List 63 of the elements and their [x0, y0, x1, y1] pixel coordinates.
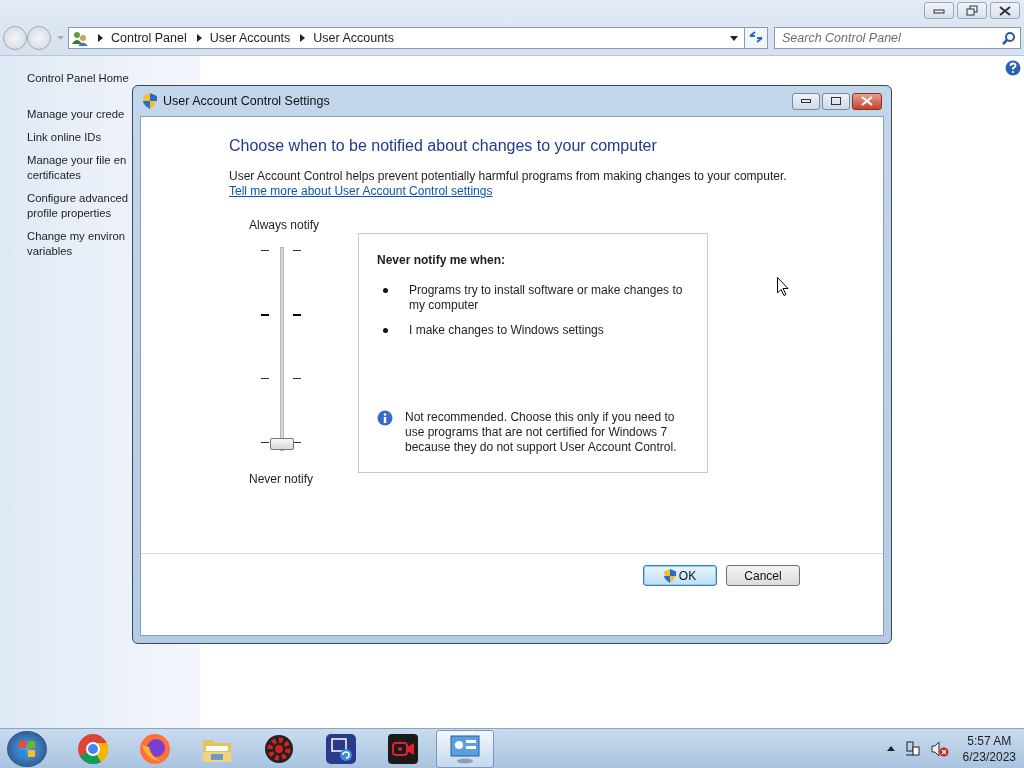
slider-thumb[interactable]: [270, 438, 294, 450]
sidebar-link[interactable]: Manage your crede: [27, 107, 125, 122]
chevron-icon: [196, 34, 202, 42]
address-bar[interactable]: Control Panel User Accounts User Accounts: [68, 27, 745, 49]
breadcrumb[interactable]: User Accounts: [209, 31, 291, 45]
minimize-icon: [801, 99, 811, 103]
slider-bottom-label: Never notify: [249, 472, 314, 486]
fox-browser-icon: [139, 732, 171, 765]
bullet-text: Programs try to install software or make changes to my computer: [409, 283, 684, 313]
start-button[interactable]: [7, 730, 47, 767]
clock-time: 5:57 AM: [967, 732, 1012, 749]
bullet-text: I make changes to Windows settings: [409, 323, 604, 338]
close-button[interactable]: [990, 2, 1020, 19]
info-title: Never notify me when:: [377, 253, 507, 267]
dialog-button[interactable]: OK: [643, 565, 717, 586]
clock-date: 6/23/2023: [962, 748, 1016, 765]
note-text: Not recommended. Choose this only if you need to use programs that are not certified for Windows 7 because they do not support User Account Control.: [405, 410, 678, 455]
search-field[interactable]: Search Control Panel: [774, 27, 1021, 49]
restore-icon: [966, 5, 978, 16]
shield-icon: [663, 568, 676, 583]
network-icon[interactable]: [904, 740, 921, 757]
breadcrumb[interactable]: User Accounts: [313, 31, 394, 45]
close-icon: [999, 5, 1011, 16]
restore-button[interactable]: [957, 2, 987, 19]
shield-icon: [143, 93, 157, 109]
minimize-icon: [933, 7, 945, 14]
dialog-button[interactable]: Cancel: [726, 565, 800, 586]
bullet-icon: [383, 288, 388, 293]
browser-icon: [77, 732, 109, 765]
video-camera-icon: [388, 733, 418, 764]
refresh-button[interactable]: [744, 27, 768, 49]
control-panel-icon: [449, 733, 481, 764]
sidebar-link[interactable]: Change my environ variables: [27, 229, 125, 259]
close-button[interactable]: [852, 92, 882, 110]
maximize-icon: [831, 97, 841, 105]
description-text: User Account Control helps prevent potentially harmful programs from making changes to your computer.: [229, 169, 788, 183]
users-icon: [72, 30, 88, 46]
sidebar-link[interactable]: Link online IDs: [27, 130, 102, 145]
bullet-icon: [383, 328, 388, 333]
sidebar-link[interactable]: Configure advanced profile properties: [27, 191, 129, 221]
maximize-button[interactable]: [822, 92, 850, 110]
dialog-title: User Account Control Settings: [163, 94, 330, 108]
muted-speaker-icon[interactable]: [930, 740, 949, 757]
show-hidden-icons-icon[interactable]: [886, 746, 895, 751]
dialog-heading: Choose when to be notified about changes to your computer: [229, 137, 658, 155]
minimize-button[interactable]: [792, 92, 820, 110]
chevron-icon: [98, 34, 103, 42]
info-icon: [377, 410, 393, 426]
sidebar-link[interactable]: Manage your file en certificates: [27, 153, 127, 183]
mouse-pointer-icon: [777, 277, 789, 296]
flag-icon: [19, 740, 35, 757]
slider-top-label: Always notify: [249, 218, 320, 232]
refresh-icon: [749, 30, 763, 43]
breadcrumb[interactable]: Control Panel: [111, 31, 187, 45]
search-icon: [1002, 32, 1015, 45]
gear-icon: [264, 733, 294, 764]
dropdown-arrow-icon[interactable]: [730, 35, 738, 41]
chevron-icon: [300, 34, 306, 42]
help-link[interactable]: Tell me more about User Account Control settings: [229, 184, 493, 198]
sidebar-link[interactable]: Control Panel Home: [27, 71, 129, 86]
help-icon[interactable]: [1005, 60, 1021, 76]
picture-sync-icon: [326, 733, 356, 764]
close-icon: [861, 96, 873, 106]
